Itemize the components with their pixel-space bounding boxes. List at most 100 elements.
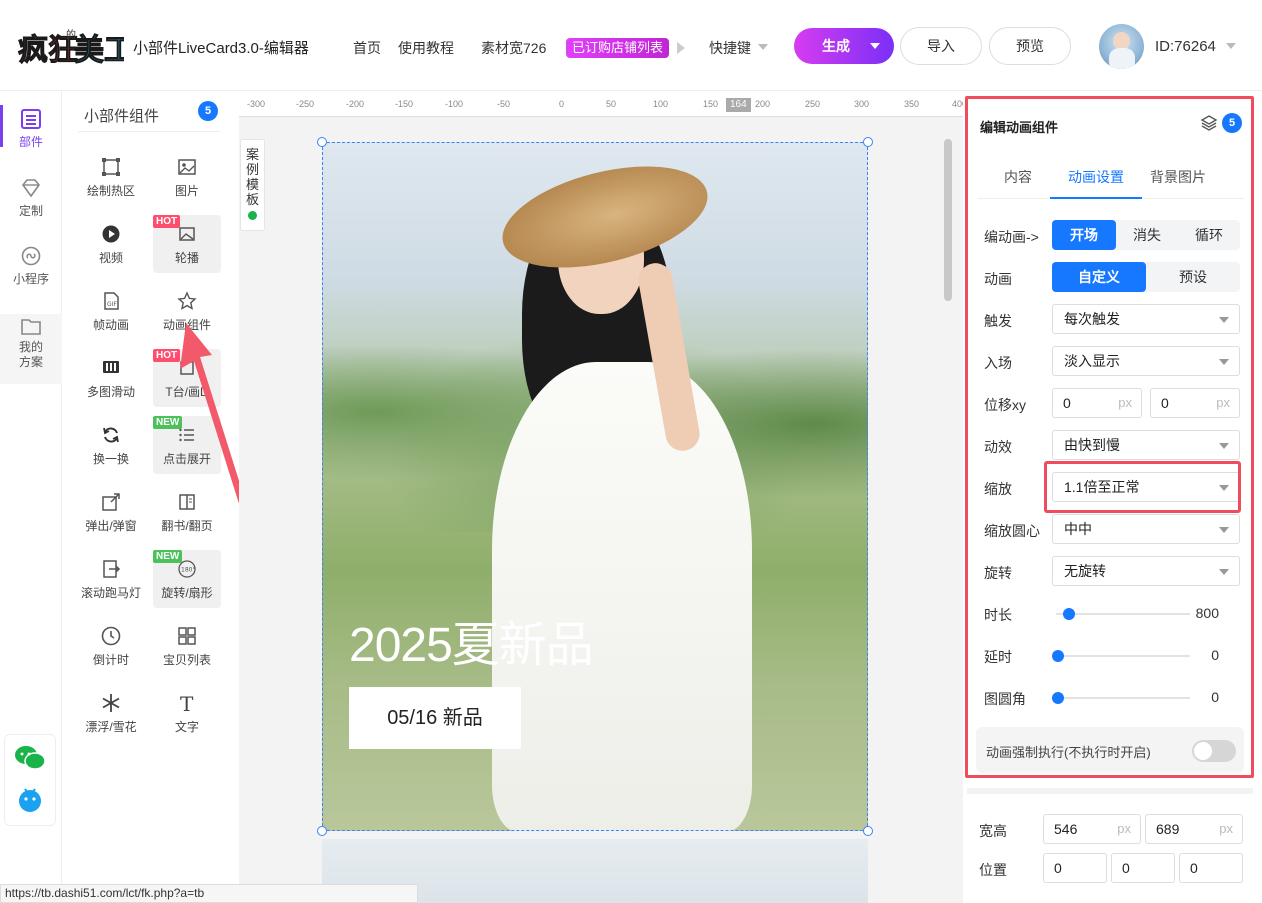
wangwang-icon[interactable]	[17, 787, 43, 813]
comp-snow[interactable]: 漂浮/雪花	[77, 684, 145, 742]
divider	[967, 788, 1253, 794]
comp-item-list[interactable]: 宝贝列表	[153, 617, 221, 675]
trigger-select[interactable]: 每次触发	[1052, 304, 1240, 334]
rail-item-custom[interactable]: 定制	[0, 178, 62, 219]
nav-shortcuts[interactable]: 快捷键	[709, 38, 751, 58]
nav-tutorial[interactable]: 使用教程	[398, 38, 454, 58]
chevron-down-icon[interactable]	[1226, 43, 1236, 49]
offset-y-input[interactable]: 0 px	[1150, 388, 1240, 418]
chevron-down-icon	[1219, 527, 1229, 533]
seg-loop[interactable]: 循环	[1178, 220, 1240, 250]
delay-slider-knob[interactable]	[1052, 650, 1064, 662]
seg-custom[interactable]: 自定义	[1052, 262, 1146, 292]
star-icon	[177, 291, 197, 310]
comp-text[interactable]: T 文字	[153, 684, 221, 742]
comp-frame-animation[interactable]: GIF 帧动画	[77, 282, 145, 340]
app-logo[interactable]: 疯狂 美工 的	[16, 24, 135, 70]
caret-down-icon[interactable]	[870, 43, 880, 49]
case-template-tab[interactable]: 案例模板	[240, 139, 265, 231]
force-run-toggle[interactable]	[1192, 740, 1236, 762]
edit-anim-segmented: 开场 消失 循环	[1052, 220, 1240, 250]
enter-select[interactable]: 淡入显示	[1052, 346, 1240, 376]
comp-video[interactable]: 视频	[77, 215, 145, 273]
carousel-icon	[179, 227, 195, 241]
pos-z-input[interactable]: 0	[1179, 853, 1243, 883]
top-ruler: -300 -250 -200 -150 -100 -50 0 50 100 15…	[239, 91, 963, 117]
resize-handle[interactable]	[863, 137, 873, 147]
import-button[interactable]: 导入	[900, 27, 982, 65]
miniprogram-icon	[21, 246, 41, 266]
generate-button[interactable]: 生成	[794, 28, 894, 64]
resize-handle[interactable]	[317, 137, 327, 147]
effect-select[interactable]: 由快到慢	[1052, 430, 1240, 460]
status-url: https://tb.dashi51.com/lct/fk.php?a=tb	[0, 884, 418, 903]
delay-slider[interactable]	[1052, 650, 1190, 662]
refresh-icon	[103, 427, 119, 443]
nav-home[interactable]: 首页	[353, 38, 381, 58]
vertical-scrollbar[interactable]	[944, 139, 952, 301]
pos-y-input[interactable]: 0	[1111, 853, 1175, 883]
tab-background-image[interactable]: 背景图片	[1150, 167, 1206, 187]
offset-x-input[interactable]: 0 px	[1052, 388, 1142, 418]
rail-item-my-plans[interactable]: 我的方案	[0, 314, 62, 384]
seg-disappear[interactable]: 消失	[1116, 220, 1178, 250]
pos-y-value: 0	[1122, 860, 1130, 876]
radius-slider[interactable]	[1052, 692, 1190, 704]
rail-item-components[interactable]: 部件	[0, 105, 62, 150]
purchased-shops-badge[interactable]: 已订购店铺列表	[566, 38, 670, 58]
avatar[interactable]	[1099, 24, 1144, 69]
seg-opening[interactable]: 开场	[1052, 220, 1116, 250]
video-icon	[102, 225, 120, 243]
resize-handle[interactable]	[317, 826, 327, 836]
selection-box[interactable]	[322, 142, 868, 831]
components-count-badge: 5	[198, 101, 218, 121]
comp-label: 换一换	[92, 452, 129, 466]
preview-button[interactable]: 预览	[989, 27, 1071, 65]
height-input[interactable]: 689 px	[1145, 814, 1243, 844]
width-input[interactable]: 546 px	[1043, 814, 1141, 844]
ruler-tick: -250	[296, 99, 315, 109]
rail-label: 小程序	[12, 272, 49, 286]
ruler-tick: 200	[755, 99, 771, 109]
seg-preset[interactable]: 预设	[1146, 262, 1240, 292]
enter-value: 淡入显示	[1064, 353, 1120, 369]
comp-label: 滚动跑马灯	[80, 586, 141, 600]
resize-handle[interactable]	[863, 826, 873, 836]
radius-slider-knob[interactable]	[1052, 692, 1064, 704]
scale-origin-select[interactable]: 中中	[1052, 514, 1240, 544]
editor-canvas[interactable]: -300 -250 -200 -150 -100 -50 0 50 100 15…	[239, 91, 963, 903]
duration-slider[interactable]	[1056, 608, 1190, 620]
comp-swap[interactable]: 换一换	[77, 416, 145, 474]
comp-image[interactable]: 图片	[153, 148, 221, 206]
left-rail: 部件 定制 小程序 我的方案	[0, 91, 62, 903]
ruler-tick: 350	[904, 99, 920, 109]
rail-item-miniprogram[interactable]: 小程序	[0, 246, 62, 287]
app-title: 小部件LiveCard3.0-编辑器	[133, 40, 309, 57]
rotate-select[interactable]: 无旋转	[1052, 556, 1240, 586]
unit-label: px	[1219, 821, 1233, 836]
hot-tag: HOT	[153, 215, 181, 228]
comp-multi-slide[interactable]: 多图滑动	[77, 349, 145, 407]
comp-hotspot[interactable]: 绘制热区	[77, 148, 145, 206]
contact-box	[4, 734, 56, 826]
svg-text:T: T	[180, 693, 194, 713]
duration-slider-knob[interactable]	[1063, 608, 1076, 620]
tab-animation-settings[interactable]: 动画设置	[1068, 167, 1124, 187]
panel-count-badge: 5	[1222, 113, 1242, 133]
comp-label: 多图滑动	[86, 385, 135, 399]
comp-countdown[interactable]: 倒计时	[77, 617, 145, 675]
wechat-icon[interactable]	[14, 745, 46, 771]
comp-marquee[interactable]: 滚动跑马灯	[77, 550, 145, 608]
layers-icon[interactable]	[1200, 114, 1218, 132]
force-run-label: 动画强制执行(不执行时开启)	[986, 745, 1151, 760]
tab-content[interactable]: 内容	[1004, 167, 1032, 187]
comp-popup[interactable]: 弹出/弹窗	[77, 483, 145, 541]
comp-carousel[interactable]: HOT 轮播	[153, 215, 221, 273]
ruler-tick: -300	[247, 99, 266, 109]
duration-value: 800	[1195, 605, 1219, 621]
pos-x-input[interactable]: 0	[1043, 853, 1107, 883]
force-run-row: 动画强制执行(不执行时开启)	[976, 727, 1244, 773]
list-icon	[21, 109, 41, 129]
comp-label: 宝贝列表	[162, 653, 211, 667]
nav-material-width[interactable]: 素材宽726	[481, 38, 546, 58]
